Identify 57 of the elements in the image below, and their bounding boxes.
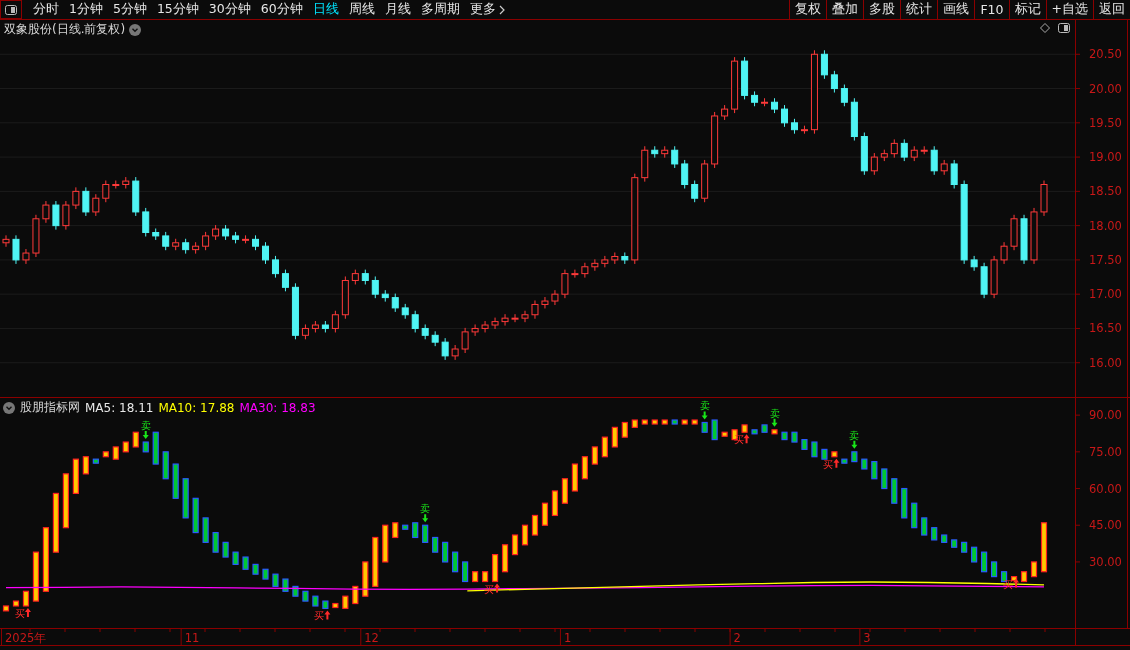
toolbar-button[interactable]: F10 <box>974 0 1009 19</box>
period-tab[interactable]: 5分钟 <box>107 0 152 20</box>
axis-label: 30.00 <box>1089 554 1122 569</box>
axis-label: 17.00 <box>1089 287 1122 302</box>
buy-signal: 买 <box>484 583 501 595</box>
sell-signal: 卖 <box>699 400 710 420</box>
date-label: 2025年 <box>5 630 47 645</box>
toolbar-button[interactable]: 叠加 <box>826 0 864 19</box>
axis-label: 19.50 <box>1089 115 1122 130</box>
buy-signal: 买 <box>733 434 750 446</box>
date-label: 12 <box>364 630 379 645</box>
period-tab[interactable]: 15分钟 <box>151 0 204 20</box>
period-tab[interactable]: 多周期 <box>415 0 465 20</box>
sell-signal: 卖 <box>849 429 860 449</box>
legend-value: MA30: 18.83 <box>239 400 316 415</box>
axis-label: 75.00 <box>1089 444 1122 459</box>
period-tab[interactable]: 分时 <box>28 0 64 20</box>
date-label: 3 <box>863 630 871 645</box>
toolbar-button[interactable]: 复权 <box>789 0 827 19</box>
axis-label: 45.00 <box>1089 518 1122 533</box>
axis-label: 18.50 <box>1089 184 1122 199</box>
chart-title: 双象股份(日线.前复权) <box>4 21 126 38</box>
toolbar-button[interactable]: 多股 <box>863 0 901 19</box>
toolbar-button[interactable]: 标记 <box>1008 0 1046 19</box>
period-tab[interactable]: 日线 <box>307 0 344 20</box>
toolbar-button[interactable]: 画线 <box>937 0 975 19</box>
toolbar-button[interactable]: 统计 <box>900 0 938 19</box>
buy-signal: 买 <box>314 610 331 622</box>
axis-label: 19.00 <box>1089 150 1122 165</box>
toolbar-button[interactable]: +自选 <box>1045 0 1093 19</box>
date-label: 1 <box>563 630 572 645</box>
axis-label: 16.00 <box>1089 355 1122 370</box>
buy-signal: 买 <box>1003 578 1020 590</box>
buy-signal: 买 <box>823 458 840 470</box>
axis-label: 20.00 <box>1089 81 1122 96</box>
legend-value: MA5: 18.11 <box>85 400 154 415</box>
period-tab[interactable]: 1分钟 <box>64 0 108 20</box>
period-tab[interactable]: 周线 <box>343 0 380 20</box>
period-tab[interactable]: 更多 <box>464 0 510 20</box>
toolbar-button[interactable]: 返回 <box>1093 0 1130 19</box>
legend-value: MA10: 17.88 <box>158 400 235 415</box>
period-tab[interactable]: 月线 <box>379 0 416 20</box>
axis-label: 20.50 <box>1089 47 1122 62</box>
sell-signal: 卖 <box>140 420 151 440</box>
period-tab[interactable]: 30分钟 <box>203 0 256 20</box>
axis-label: 90.00 <box>1089 408 1122 423</box>
sell-signal: 卖 <box>769 407 780 427</box>
axis-label: 60.00 <box>1089 481 1122 496</box>
period-tab[interactable]: 60分钟 <box>255 0 308 20</box>
sell-signal: 卖 <box>420 503 431 523</box>
indicator-title: 股朋指标网 <box>20 399 80 416</box>
date-label: 2 <box>733 630 741 645</box>
date-label: 11 <box>184 630 200 645</box>
buy-signal: 买 <box>14 608 31 619</box>
axis-label: 17.50 <box>1089 252 1122 267</box>
axis-label: 18.00 <box>1089 218 1122 233</box>
axis-label: 16.50 <box>1089 321 1122 336</box>
